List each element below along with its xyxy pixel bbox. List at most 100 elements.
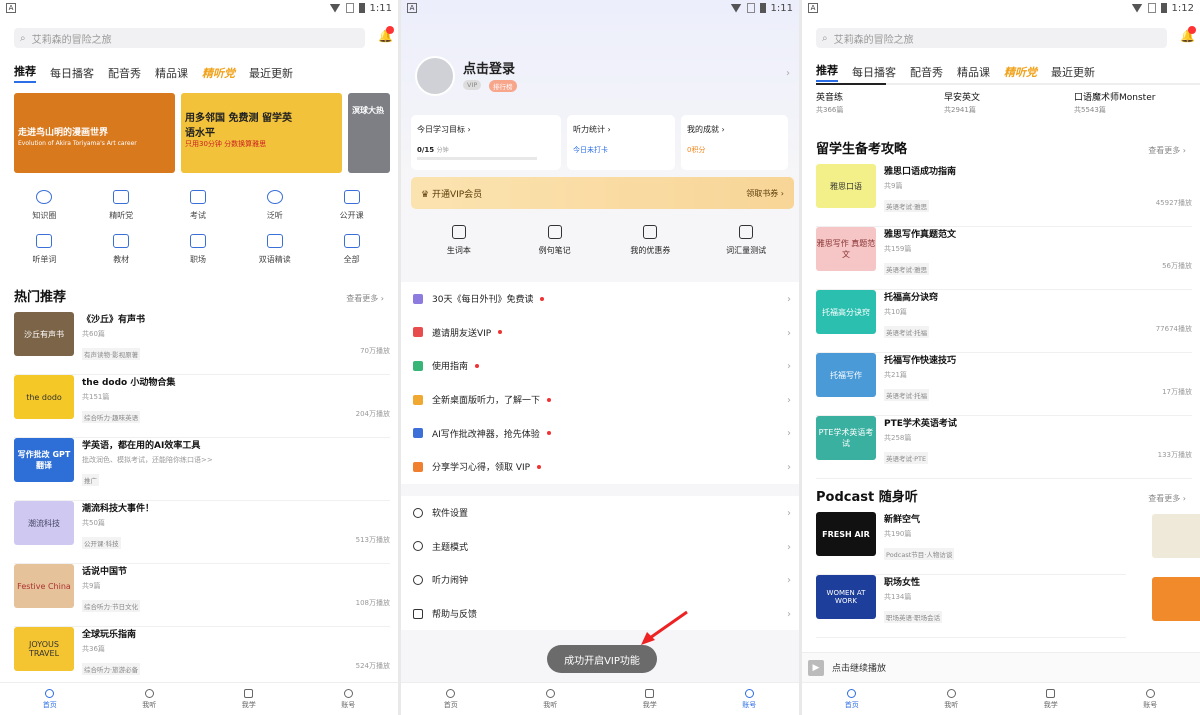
list-item[interactable]: WOMEN AT WORK 职场女性 共134篇 职场英语·职场会话: [816, 575, 1126, 638]
nav-account[interactable]: 账号: [1120, 688, 1180, 710]
grid-item-intensive[interactable]: 精听党: [83, 190, 160, 221]
grid-item-all[interactable]: 全部: [313, 234, 390, 265]
nav-study[interactable]: 我学: [1021, 688, 1081, 710]
banner-1[interactable]: 走进鸟山明的漫画世界 Evolution of Akira Toriyama's …: [14, 93, 175, 173]
tab-intensive-listening[interactable]: 精听党: [1004, 64, 1037, 80]
nav-account[interactable]: 账号: [318, 688, 378, 710]
study-abroad-header: 留学生备考攻略 查看更多 ›: [802, 138, 1200, 157]
banner-carousel[interactable]: 走进鸟山明的漫画世界 Evolution of Akira Toriyama's …: [14, 93, 390, 173]
list-item[interactable]: JOYOUS TRAVEL 全球玩乐指南 共36篇 综合听力·旅游必备 524万播放: [14, 627, 390, 690]
grid-item-exam[interactable]: 考试: [160, 190, 237, 221]
menu-item-theme[interactable]: 主题模式 ›: [401, 530, 799, 564]
item-plays: 524万播放: [355, 662, 390, 670]
tool-vocab-test[interactable]: 词汇量测试: [706, 225, 786, 280]
grid-item-extensive[interactable]: 泛听: [236, 190, 313, 221]
banner-2[interactable]: 用多邻国 免费测 留学英语水平 只用30分钟 分数换算雅思: [181, 93, 342, 173]
list-item-ad[interactable]: 写作批改 GPT翻译 学英语，都在用的AI效率工具 批改润色、模拟考试，还能陪你练口…: [14, 438, 390, 501]
grid-item-knowledge[interactable]: 知识圈: [6, 190, 83, 221]
channel-item[interactable]: 早安英文 共2941篇: [944, 90, 1036, 115]
tab-daily-podcast[interactable]: 每日播客: [852, 64, 896, 80]
tab-recommend[interactable]: 推荐: [14, 63, 36, 83]
menu-item-invite[interactable]: 邀请朋友送VIP ›: [401, 316, 799, 350]
play-icon[interactable]: ▶: [808, 659, 824, 676]
channel-item[interactable]: 英音练 共366篇: [816, 90, 906, 115]
tool-coupons[interactable]: 我的优惠券: [610, 225, 690, 280]
menu-item-settings[interactable]: 软件设置 ›: [401, 496, 799, 530]
grid-item-words[interactable]: 听单词: [6, 234, 83, 265]
tab-daily-podcast[interactable]: 每日播客: [50, 65, 94, 81]
login-link[interactable]: 点击登录: [463, 58, 515, 77]
tab-premium-course[interactable]: 精品课: [155, 65, 188, 81]
list-item[interactable]: the dodo the dodo 小动物合集 共151篇 综合听力·趣味英语 204万…: [14, 375, 390, 438]
vip-banner[interactable]: ♛ 开通VIP会员 领取书券 ›: [411, 177, 794, 209]
grid-label: 知识圈: [32, 211, 57, 220]
grid-item-workplace[interactable]: 职场: [160, 234, 237, 265]
grid-item-textbook[interactable]: 教材: [83, 234, 160, 265]
grid-item-open-course[interactable]: 公开课: [313, 190, 390, 221]
nav-listen[interactable]: 我听: [119, 688, 179, 710]
nav-home[interactable]: 首页: [822, 688, 882, 710]
list-item[interactable]: Festive China 话说中国节 共9篇 综合听力·节日文化 108万播放: [14, 564, 390, 627]
menu-item-daily-journal[interactable]: 30天《每日外刊》免费读 ›: [401, 282, 799, 316]
avatar[interactable]: [415, 56, 455, 96]
tab-underline: [816, 83, 1200, 85]
list-item[interactable]: 托福高分诀窍 托福高分诀窍 共10篇 英语考试·托福 77674播放: [816, 290, 1192, 353]
claim-coupon-link[interactable]: 领取书券 ›: [746, 188, 784, 199]
tool-sentence-notes[interactable]: 例句笔记: [515, 225, 595, 280]
menu-item-ai-writing[interactable]: AI写作批改神器，抢先体验 ›: [401, 416, 799, 450]
feedback-icon: [413, 608, 423, 619]
tab-latest[interactable]: 最近更新: [1051, 64, 1095, 80]
grid-label: 考试: [189, 211, 206, 220]
list-item[interactable]: 潮流科技 潮流科技大事件！ 共50篇 公开课·科技 513万播放: [14, 501, 390, 564]
see-more-link[interactable]: 查看更多 ›: [1148, 493, 1186, 504]
banner-3[interactable]: 溟球大热: [348, 93, 390, 173]
listening-stats-card[interactable]: 听力统计 › 今日未打卡: [567, 115, 675, 170]
tab-dubbing[interactable]: 配音秀: [108, 65, 141, 81]
menu-item-feedback[interactable]: 帮助与反馈 ›: [401, 597, 799, 631]
list-item[interactable]: PTE学术英语考试 PTE学术英语考试 共258篇 英语考试·PTE 133万播放: [816, 416, 1192, 479]
podcast-peek-2[interactable]: [1152, 577, 1200, 621]
nav-listen[interactable]: 我听: [520, 688, 580, 710]
grid-item-bilingual[interactable]: 双语精读: [236, 234, 313, 265]
search-input[interactable]: ⌕ 艾莉森的冒险之旅: [14, 28, 365, 48]
tab-latest[interactable]: 最近更新: [249, 65, 293, 81]
nav-study[interactable]: 我学: [219, 688, 279, 710]
podcast-peek-1[interactable]: [1152, 514, 1200, 558]
list-item[interactable]: FRESH AIR 新鲜空气 共190篇 Podcast节目·人物访谈: [816, 512, 1126, 575]
menu-label: 听力闹钟: [432, 576, 469, 587]
red-dot: [547, 397, 552, 402]
tab-premium-course[interactable]: 精品课: [957, 64, 990, 80]
tab-recommend[interactable]: 推荐: [816, 62, 838, 82]
nav-listen[interactable]: 我听: [921, 688, 981, 710]
nav-study[interactable]: 我学: [620, 688, 680, 710]
list-item[interactable]: 托福写作 托福写作快速技巧 共21篇 英语考试·托福 17万播放: [816, 353, 1192, 416]
menu-item-guide[interactable]: 使用指南 ›: [401, 349, 799, 383]
item-tag: 公开课·科技: [82, 537, 121, 549]
menu-item-desktop[interactable]: 全新桌面版听力，了解一下 ›: [401, 383, 799, 417]
list-item[interactable]: 雅思口语 雅思口语成功指南 共9篇 英语考试·雅思 45927播放: [816, 164, 1192, 227]
book-icon: [113, 234, 130, 248]
search-input[interactable]: ⌕ 艾莉森的冒险之旅: [816, 28, 1167, 48]
list-item[interactable]: 沙丘有声书 《沙丘》有声书 共60篇 有声读物·影视原著 70万播放: [14, 312, 390, 375]
see-more-link[interactable]: 查看更多 ›: [1148, 145, 1186, 156]
tab-dubbing[interactable]: 配音秀: [910, 64, 943, 80]
vip-badge: VIP: [463, 80, 482, 90]
item-plays: 45927播放: [1155, 199, 1192, 207]
study-goal-card[interactable]: 今日学习目标 › 0/15 分钟: [411, 115, 561, 170]
nav-home[interactable]: 首页: [421, 688, 481, 710]
menu-item-share[interactable]: 分享学习心得，领取 VIP ›: [401, 450, 799, 484]
see-more-link[interactable]: 查看更多 ›: [346, 293, 384, 304]
rank-badge[interactable]: 排行榜: [489, 80, 517, 92]
item-title: 《沙丘》有声书: [82, 315, 146, 325]
tab-intensive-listening[interactable]: 精听党: [202, 65, 235, 81]
nav-home[interactable]: 首页: [20, 688, 80, 710]
achievement-card[interactable]: 我的成就 › 0积分: [681, 115, 788, 170]
tool-vocabulary-book[interactable]: 生词本: [419, 225, 499, 280]
item-title: PTE学术英语考试: [884, 419, 957, 429]
menu-item-alarm[interactable]: 听力闹钟 ›: [401, 563, 799, 597]
list-item[interactable]: 雅思写作 真题范文 雅思写作真题范文 共159篇 英语考试·雅思 56万播放: [816, 227, 1192, 290]
nav-account[interactable]: 账号: [719, 688, 779, 710]
channel-item[interactable]: 口语魔术师Monster 共5543篇: [1074, 90, 1155, 115]
grid-label: 双语精读: [258, 255, 291, 264]
mini-player[interactable]: ▶ 点击继续播放: [802, 652, 1200, 682]
